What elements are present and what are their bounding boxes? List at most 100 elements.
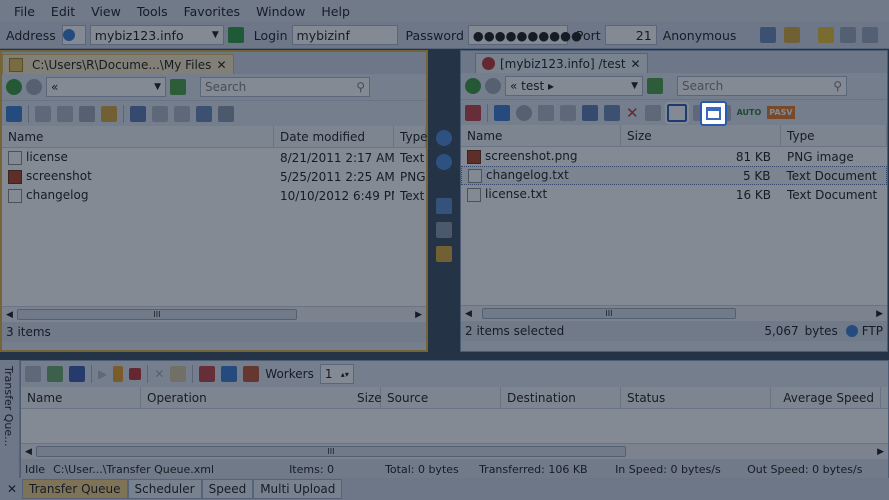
protocol-dropdown[interactable] [61,25,86,45]
menu-edit[interactable]: Edit [51,4,75,19]
password-input[interactable]: ●●●●●●●●●● [467,25,582,45]
menu-window[interactable]: Window [256,4,305,19]
back-arrow-icon[interactable] [6,79,22,95]
remove-icon[interactable]: ✕ [154,367,164,381]
refresh-icon[interactable] [6,105,22,122]
tab-transfer-queue[interactable]: Transfer Queue [22,479,128,499]
connect-icon[interactable] [760,27,777,43]
workers-stepper[interactable]: 1 ▴▾ [319,364,354,384]
right-search-input[interactable]: Search ⚲ [677,76,847,96]
right-tab[interactable]: [mybiz123.info] /test ✕ [475,53,648,73]
transfer-queue-side-tab[interactable]: Transfer Que... [0,360,20,478]
column-header-average-speed[interactable]: Average Speed [771,387,881,408]
add-icon[interactable] [47,366,63,382]
list-item[interactable]: screenshot.png 81 KB PNG image [461,147,887,166]
column-header-source[interactable]: Source [381,387,501,408]
edit-icon[interactable] [582,104,598,121]
stop-icon[interactable] [516,104,532,121]
cut-icon[interactable] [152,105,168,122]
menu-help[interactable]: Help [321,4,350,19]
star-icon[interactable] [818,27,835,43]
menu-file[interactable]: File [14,4,35,19]
rename-icon[interactable] [644,104,661,121]
anonymous-toggle[interactable]: Anonymous [663,28,737,43]
queue-refresh-icon[interactable] [25,366,41,382]
highlighted-toolbar-button[interactable] [700,101,727,126]
save-icon[interactable] [69,366,85,382]
limit-icon[interactable] [243,366,260,382]
column-header-size[interactable]: Size [621,125,781,146]
delete-icon[interactable]: ✕ [626,104,639,122]
upload-arrow-icon[interactable] [436,130,452,146]
column-header-type[interactable]: Type [394,126,428,147]
list-item[interactable]: screenshot 5/25/2011 2:25 AM PNG [2,167,426,186]
queue-icon[interactable] [436,198,452,214]
delete-icon[interactable] [79,105,95,122]
back-arrow-icon[interactable] [465,78,481,94]
up-folder-icon[interactable] [647,78,663,94]
column-header-size[interactable]: Size [357,391,382,405]
column-header-date[interactable]: Date modified [274,126,394,147]
up-folder-icon[interactable] [170,79,186,95]
menu-tools[interactable]: Tools [137,4,168,19]
stop-icon[interactable] [129,368,142,380]
compare-icon[interactable] [436,246,452,262]
column-header-name[interactable]: Name [461,125,621,146]
left-horizontal-scrollbar[interactable]: ◀ III ▶ [2,306,426,322]
scroll-thumb[interactable]: III [35,446,626,457]
folder-icon[interactable] [784,27,801,43]
right-horizontal-scrollbar[interactable]: ◀ III ▶ [461,305,887,321]
schedule-icon[interactable] [221,366,238,382]
login-input[interactable]: mybizinf [291,25,398,45]
highlighted-window-icon[interactable] [664,101,689,124]
column-header-name[interactable]: Name [21,387,141,408]
list-item-selected[interactable]: changelog.txt 5 KB Text Document [461,166,887,185]
download-arrow-icon[interactable] [436,154,452,170]
panel-icon[interactable] [862,27,879,43]
column-header-destination[interactable]: Destination [501,387,621,408]
close-icon[interactable]: ✕ [631,57,641,71]
queue-horizontal-scrollbar[interactable]: ◀ III ▶ [21,443,888,459]
move-icon[interactable] [57,105,73,122]
left-search-input[interactable]: Search ⚲ [200,77,370,97]
tab-scheduler[interactable]: Scheduler [127,479,202,499]
scroll-thumb[interactable]: III [16,309,297,320]
pasv-button[interactable]: PASV [767,106,795,119]
view-icon[interactable] [604,104,620,121]
pause-icon[interactable] [113,366,124,382]
properties-icon[interactable] [196,105,212,122]
column-header-type[interactable]: Type [781,125,887,146]
tab-speed[interactable]: Speed [201,479,254,499]
list-item[interactable]: changelog 10/10/2012 6:49 PM Text [2,186,426,205]
column-header-name[interactable]: Name [2,126,274,147]
column-header-status[interactable]: Status [621,387,771,408]
terminal-icon[interactable] [560,104,576,121]
play-icon[interactable]: ▶ [98,367,107,381]
port-input[interactable]: 21 [604,25,657,45]
list-item[interactable]: license 8/21/2011 2:17 AM Text [2,148,426,167]
column-header-operation[interactable]: Operation [141,387,381,408]
left-path-bar[interactable]: «▼ [46,77,166,97]
menu-favorites[interactable]: Favorites [184,4,240,19]
paste-icon[interactable] [174,105,190,122]
sync-icon[interactable] [130,105,146,122]
new-folder-icon[interactable] [101,105,117,122]
copy-icon[interactable] [538,104,554,121]
view-mode-icon[interactable] [218,105,234,122]
layout-icon[interactable] [840,27,857,43]
close-icon[interactable]: ✕ [2,482,22,496]
forward-arrow-icon[interactable] [485,78,501,94]
list-item[interactable]: license.txt 16 KB Text Document [461,185,887,204]
clear-icon[interactable] [199,366,216,382]
forward-arrow-icon[interactable] [26,79,42,95]
right-path-bar[interactable]: « test ▸ ▼ [505,76,643,96]
close-icon[interactable]: ✕ [216,58,226,72]
auto-mode-icon[interactable]: AUTO [737,108,762,117]
menu-view[interactable]: View [91,4,121,19]
copy-icon[interactable] [35,105,51,122]
folder-icon[interactable] [170,366,187,382]
left-tab[interactable]: C:\Users\R\Docume...\My Files ✕ [2,54,234,74]
address-input[interactable]: mybiz123.info ▼ [89,25,224,45]
link-icon[interactable] [436,222,452,238]
refresh-icon[interactable] [494,104,510,121]
